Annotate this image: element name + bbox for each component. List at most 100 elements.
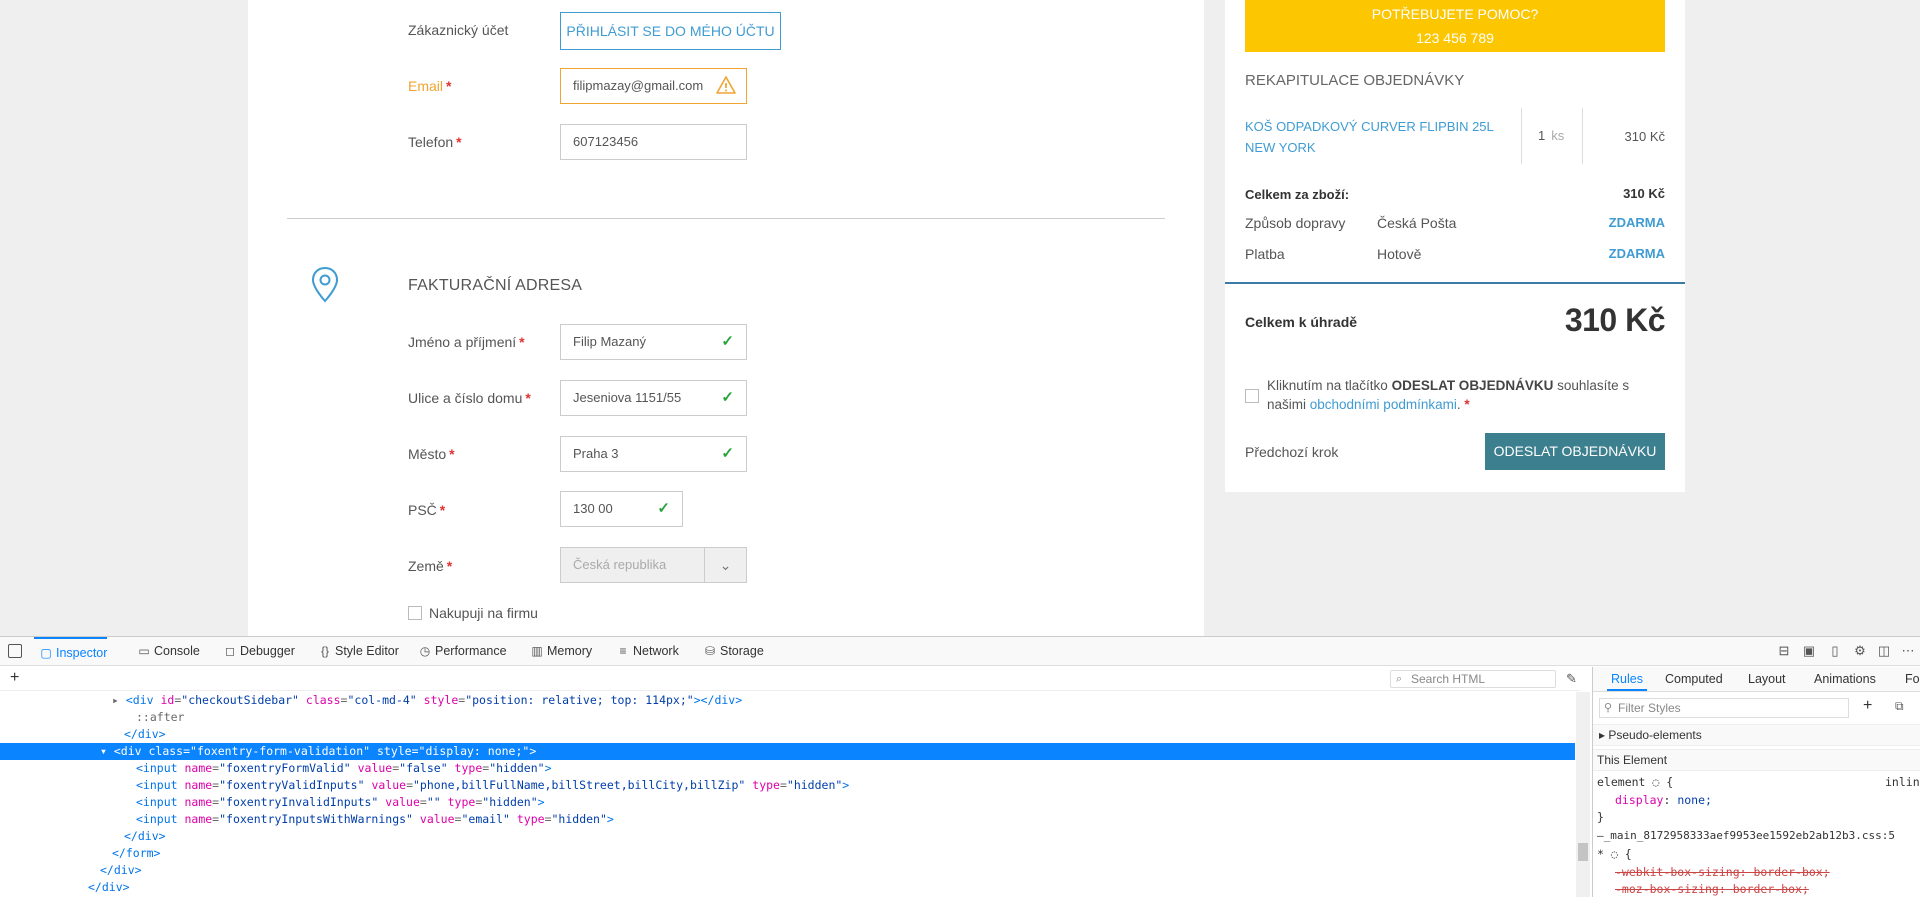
markup-attr-name[interactable]: type bbox=[448, 795, 476, 809]
collapse-twisty-icon[interactable]: ▾ bbox=[100, 744, 114, 758]
tab-performance[interactable]: ◷ Performance bbox=[413, 637, 507, 666]
phone-field[interactable]: 607123456 bbox=[560, 124, 747, 160]
markup-attr-value[interactable]: "foxentryFormValid" bbox=[219, 761, 357, 775]
display-declaration[interactable]: display: none; bbox=[1615, 793, 1712, 807]
overridden-declaration[interactable]: -moz-box-sizing: border-box; bbox=[1615, 882, 1809, 896]
markup-attr-name[interactable]: value bbox=[358, 761, 393, 775]
markup-attr-value[interactable]: "" bbox=[427, 795, 448, 809]
markup-attr-name[interactable]: name bbox=[184, 778, 212, 792]
markup-attr-value[interactable]: "hidden" bbox=[787, 778, 842, 792]
country-select[interactable]: Česká republika ⌄ bbox=[560, 547, 747, 583]
terms-checkbox[interactable] bbox=[1245, 389, 1259, 403]
screenshot-icon[interactable]: ▣ bbox=[1801, 643, 1817, 659]
toggle-classes-icon[interactable]: ⧉ bbox=[1895, 699, 1904, 714]
submit-order-button[interactable]: ODESLAT OBJEDNÁVKU bbox=[1485, 433, 1665, 470]
element-picker-icon[interactable] bbox=[8, 644, 22, 658]
zip-field[interactable]: 130 00 ✓ bbox=[560, 491, 683, 527]
eyedropper-icon[interactable]: ✎ bbox=[1566, 671, 1577, 687]
markup-attr-name[interactable]: type bbox=[455, 761, 483, 775]
markup-attr-value[interactable]: "display: none;" bbox=[419, 744, 530, 758]
markup-line[interactable]: </form> bbox=[0, 845, 1575, 862]
markup-attr-value[interactable]: "email" bbox=[461, 812, 516, 826]
markup-attr-value[interactable]: "foxentryInvalidInputs" bbox=[219, 795, 385, 809]
markup-attr-name[interactable]: value bbox=[420, 812, 455, 826]
markup-attr-name[interactable]: class bbox=[306, 693, 341, 707]
markup-line[interactable]: ▸ <div id="checkoutSidebar" class="col-m… bbox=[0, 692, 1575, 709]
company-checkbox[interactable] bbox=[408, 606, 422, 620]
tab-debugger[interactable]: ◻ Debugger bbox=[218, 637, 295, 666]
add-rule-icon[interactable]: + bbox=[1863, 697, 1872, 715]
markup-attr-value[interactable]: "checkoutSidebar" bbox=[181, 693, 306, 707]
markup-line[interactable]: </div> bbox=[0, 828, 1575, 845]
city-field[interactable]: Praha 3 ✓ bbox=[560, 436, 747, 472]
responsive-icon[interactable]: ⊟ bbox=[1776, 643, 1792, 659]
name-field[interactable]: Filip Mazaný ✓ bbox=[560, 324, 747, 360]
markup-line[interactable]: </div> bbox=[0, 862, 1575, 879]
tab-storage[interactable]: ⛁ Storage bbox=[698, 637, 764, 666]
markup-line[interactable]: </div> bbox=[0, 879, 1575, 896]
markup-attr-value[interactable]: "foxentryValidInputs" bbox=[219, 778, 371, 792]
markup-line[interactable]: <input name = "foxentryInputsWithWarnings"… bbox=[0, 811, 1575, 828]
more-options-icon[interactable]: ⋯ bbox=[1900, 643, 1916, 659]
markup-attr-value[interactable]: "col-md-4" bbox=[347, 693, 423, 707]
markup-line[interactable]: <input name = "foxentryInvalidInputs" valu… bbox=[0, 794, 1575, 811]
markup-attr-name[interactable]: name bbox=[184, 795, 212, 809]
markup-attr-value[interactable]: "hidden" bbox=[552, 812, 607, 826]
markup-attr-value[interactable]: "hidden" bbox=[482, 795, 537, 809]
payment-price: ZDARMA bbox=[1608, 246, 1665, 261]
product-link[interactable]: KOŠ ODPADKOVÝ CURVER FLIPBIN 25L NEW YOR… bbox=[1245, 116, 1505, 158]
markup-attr-value[interactable]: "foxentryInputsWithWarnings" bbox=[219, 812, 420, 826]
scrollbar-thumb[interactable] bbox=[1578, 843, 1588, 861]
search-html-input[interactable]: ⌕ Search HTML bbox=[1390, 670, 1556, 688]
markup-attr-name[interactable]: value bbox=[371, 778, 406, 792]
filter-placeholder: Filter Styles bbox=[1618, 701, 1681, 715]
markup-attr-name[interactable]: id bbox=[160, 693, 174, 707]
markup-attr-name[interactable]: name bbox=[184, 812, 212, 826]
section-divider bbox=[287, 218, 1165, 219]
markup-attr-value[interactable]: "hidden" bbox=[489, 761, 544, 775]
markup-attr-value[interactable]: "phone,billFullName,billStreet,billCity,… bbox=[413, 778, 752, 792]
overridden-declaration[interactable]: -webkit-box-sizing: border-box; bbox=[1615, 865, 1830, 879]
filter-styles-input[interactable]: ⚲ Filter Styles bbox=[1599, 698, 1849, 718]
markup-attr-name[interactable]: type bbox=[752, 778, 780, 792]
tab-style-editor[interactable]: {} Style Editor bbox=[313, 637, 399, 666]
expand-twisty-icon[interactable]: ▸ bbox=[112, 693, 126, 707]
markup-attr-name[interactable]: style bbox=[377, 744, 412, 758]
pseudo-elements-section[interactable]: ▸ Pseudo-elements bbox=[1593, 724, 1920, 746]
markup-attr-value[interactable]: "position: relative; top: 114px;" bbox=[465, 693, 693, 707]
markup-attr-value[interactable]: "foxentry-form-validation" bbox=[190, 744, 377, 758]
tab-fonts[interactable]: Fon bbox=[1905, 667, 1920, 691]
tab-memory[interactable]: ▥ Memory bbox=[525, 637, 592, 666]
markup-line[interactable]: <input name="foxentryValidInputs" value=… bbox=[0, 777, 1575, 794]
add-node-icon[interactable]: + bbox=[10, 669, 19, 687]
login-button[interactable]: PŘIHLÁSIT SE DO MÉHO ÚČTU bbox=[560, 12, 781, 50]
tab-inspector[interactable]: ▢ Inspector bbox=[34, 637, 108, 666]
markup-line[interactable]: </div> bbox=[0, 726, 1575, 743]
stylesheet-link[interactable]: —_main_8172958333aef9953ee1592eb2ab12b3.… bbox=[1597, 829, 1895, 842]
markup-attr-name[interactable]: value bbox=[385, 795, 420, 809]
street-field[interactable]: Jeseniova 1151/55 ✓ bbox=[560, 380, 747, 416]
tab-animations[interactable]: Animations bbox=[1814, 667, 1876, 691]
markup-attr-name[interactable]: name bbox=[184, 761, 212, 775]
settings-gear-icon[interactable]: ⚙ bbox=[1852, 643, 1868, 659]
device-icon[interactable]: ▯ bbox=[1827, 643, 1843, 659]
tab-network[interactable]: ≡ Network bbox=[611, 637, 678, 666]
dock-side-icon[interactable]: ◫ bbox=[1876, 643, 1892, 659]
markup-line[interactable]: ::after bbox=[0, 709, 1575, 726]
markup-line-selected[interactable]: ▾ <div class="foxentry-form-validation" … bbox=[0, 743, 1575, 760]
tab-computed[interactable]: Computed bbox=[1665, 667, 1723, 691]
tab-layout[interactable]: Layout bbox=[1748, 667, 1786, 691]
markup-attr-name[interactable]: style bbox=[424, 693, 459, 707]
markup-attr-eq: = bbox=[183, 744, 191, 758]
markup-attr-name[interactable]: type bbox=[517, 812, 545, 826]
markup-scrollbar[interactable] bbox=[1576, 692, 1590, 897]
previous-step-link[interactable]: Předchozí krok bbox=[1245, 444, 1338, 460]
tab-rules[interactable]: Rules bbox=[1607, 667, 1647, 691]
email-field[interactable]: filipmazay@gmail.com bbox=[560, 68, 747, 104]
tab-console[interactable]: ▭ Console bbox=[132, 637, 200, 666]
markup-attr-value[interactable]: "false" bbox=[399, 761, 454, 775]
markup-attr-name[interactable]: class bbox=[148, 744, 183, 758]
terms-link[interactable]: obchodními podmínkami bbox=[1310, 397, 1457, 412]
help-phone[interactable]: 123 456 789 bbox=[1245, 26, 1665, 50]
markup-line[interactable]: <input name="foxentryFormValid" value="f… bbox=[0, 760, 1575, 777]
